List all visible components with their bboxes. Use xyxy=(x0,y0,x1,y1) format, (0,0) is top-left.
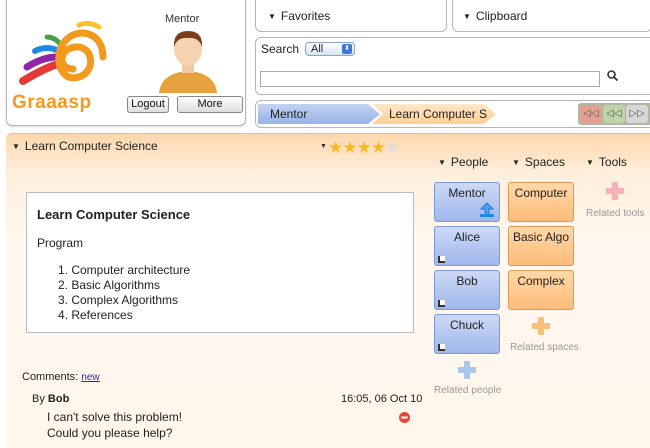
star-icon[interactable]: ★ xyxy=(342,138,357,157)
list-item: 4. References xyxy=(58,308,133,322)
caret-down-icon: ▼ xyxy=(12,142,20,151)
caret-down-icon: ▼ xyxy=(438,158,446,167)
search-icon[interactable] xyxy=(606,69,620,83)
description-card: Learn Computer Science Program 1. Comput… xyxy=(26,192,414,333)
favorites-tab[interactable]: ▼ Favorites xyxy=(255,0,447,32)
caret-down-icon: ▼ xyxy=(586,158,594,167)
person-card-chuck[interactable]: Chuck xyxy=(434,314,500,354)
people-column-header[interactable]: ▼ People xyxy=(438,155,488,169)
space-name: Complex xyxy=(517,274,565,288)
comments-label: Comments: xyxy=(22,371,79,383)
description-subtitle: Program xyxy=(37,236,84,250)
clipboard-tab[interactable]: ▼ Clipboard xyxy=(452,0,650,32)
comment-by-prefix: By xyxy=(32,393,45,405)
person-card-bob[interactable]: Bob xyxy=(434,270,500,310)
space-card-computer[interactable]: Computer xyxy=(508,182,574,222)
star-icon[interactable]: ★ xyxy=(385,138,400,157)
caret-down-icon: ▼ xyxy=(268,12,276,21)
list-item: 2. Basic Algorithms xyxy=(58,278,161,292)
search-scope-value: All xyxy=(311,43,324,55)
graaasp-logo xyxy=(19,20,107,85)
description-title: Learn Computer Science xyxy=(37,207,191,222)
breadcrumb-item-course[interactable]: Learn Computer S xyxy=(372,104,496,124)
comment-body: I can't solve this problem! Could you pl… xyxy=(47,409,182,441)
star-icon[interactable]: ★ xyxy=(356,138,371,157)
logo-text: Graaasp xyxy=(12,92,92,113)
caret-down-icon: ▼ xyxy=(463,12,471,21)
person-name: Mentor xyxy=(448,186,486,200)
related-people-label: Related people xyxy=(434,385,502,396)
select-arrows-icon: ⬍ xyxy=(342,44,352,54)
person-name: Bob xyxy=(456,274,478,288)
related-spaces-label: Related spaces xyxy=(510,342,579,353)
search-label: Search xyxy=(261,42,300,56)
history-back-icon[interactable]: ◁◁ xyxy=(603,105,625,123)
clipboard-label: Clipboard xyxy=(475,9,528,23)
shortcut-icon xyxy=(438,256,445,263)
comment-line: Could you please help? xyxy=(47,426,173,440)
comment-timestamp: 16:05, 06 Oct 10 xyxy=(341,393,423,405)
people-header-label: People xyxy=(450,155,489,169)
favorites-label: Favorites xyxy=(280,9,331,23)
space-panel: ▼ Learn Computer Science ▼★★★★★ ▼ People ▼… xyxy=(6,133,650,448)
add-tool-icon[interactable] xyxy=(606,182,624,200)
star-icon[interactable]: ★ xyxy=(328,138,343,157)
space-card-complex[interactable]: Complex xyxy=(508,270,574,310)
space-name: Computer xyxy=(514,186,568,200)
shortcut-icon xyxy=(438,300,445,307)
tools-header-label: Tools xyxy=(598,155,627,169)
avatar[interactable] xyxy=(157,23,219,93)
spaces-header-label: Spaces xyxy=(524,155,565,169)
rating-stars[interactable]: ▼★★★★★ xyxy=(320,138,400,157)
new-comment-link[interactable]: new xyxy=(81,372,99,383)
history-nav: ◁◁ ◁◁ ▷▷ xyxy=(578,103,650,125)
list-item: 1. Computer architecture xyxy=(58,263,191,277)
person-name: Alice xyxy=(453,230,480,244)
program-list: 1. Computer architecture 2. Basic Algori… xyxy=(58,263,190,323)
related-tools-label: Related tools xyxy=(586,208,645,219)
history-forward-icon[interactable]: ▷▷ xyxy=(626,105,648,123)
caret-down-icon: ▼ xyxy=(512,158,520,167)
spaces-column-header[interactable]: ▼ Spaces xyxy=(512,155,565,169)
more-button[interactable]: More xyxy=(177,96,243,113)
upload-icon[interactable] xyxy=(479,202,495,218)
comment-author-name: Bob xyxy=(47,393,70,405)
caret-down-icon: ▼ xyxy=(320,143,327,150)
space-card-basic-algorithms[interactable]: Basic Algo xyxy=(508,226,574,266)
search-panel: Search All ⬍ xyxy=(255,37,650,95)
profile-panel: Graaasp Mentor Logout More xyxy=(6,0,246,126)
breadcrumb-item-mentor[interactable]: Mentor xyxy=(258,104,380,124)
add-person-icon[interactable] xyxy=(458,361,476,379)
search-scope-select[interactable]: All ⬍ xyxy=(305,42,355,56)
shortcut-icon xyxy=(438,344,445,351)
search-input[interactable] xyxy=(260,71,600,87)
history-first-icon[interactable]: ◁◁ xyxy=(580,105,602,123)
add-space-icon[interactable] xyxy=(532,317,550,335)
space-title[interactable]: ▼ Learn Computer Science xyxy=(12,139,158,153)
person-card-mentor[interactable]: Mentor xyxy=(434,182,500,222)
breadcrumb: Mentor Learn Computer S ◁◁ ◁◁ ▷▷ xyxy=(255,100,650,128)
space-name: Basic Algo xyxy=(512,230,570,244)
person-card-alice[interactable]: Alice xyxy=(434,226,500,266)
comment-line: I can't solve this problem! xyxy=(47,410,183,424)
person-name: Chuck xyxy=(449,318,484,332)
star-icon[interactable]: ★ xyxy=(371,138,386,157)
comments-header: Comments: new xyxy=(22,371,100,383)
delete-comment-icon[interactable] xyxy=(399,412,410,423)
list-item: 3. Complex Algorithms xyxy=(58,293,179,307)
comment-author: By Bob xyxy=(32,393,69,405)
tools-column-header[interactable]: ▼ Tools xyxy=(586,155,627,169)
logout-button[interactable]: Logout xyxy=(127,96,169,113)
space-title-label: Learn Computer Science xyxy=(24,139,158,153)
